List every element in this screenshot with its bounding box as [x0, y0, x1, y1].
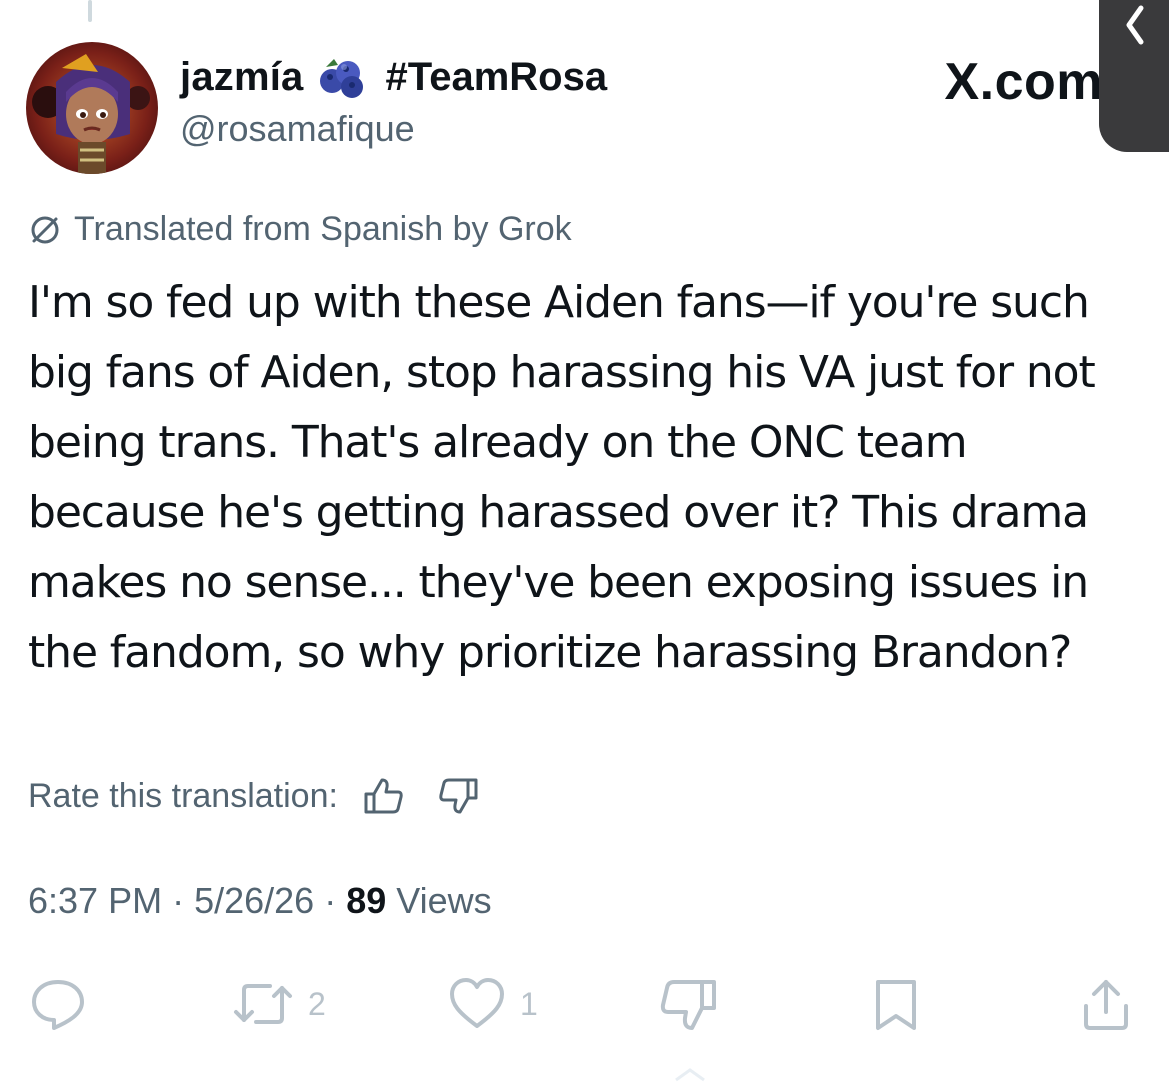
side-panel-tab[interactable]	[1099, 0, 1169, 152]
avatar-image	[26, 42, 158, 174]
blueberries-emoji-icon	[316, 55, 370, 99]
share-button[interactable]	[1078, 976, 1134, 1032]
translation-notice-text: Translated from Spanish by Grok	[74, 210, 572, 248]
thread-connector-line	[88, 0, 92, 22]
meta-separator: ·	[324, 880, 347, 921]
author-display-name[interactable]: jazmía	[180, 55, 304, 100]
tweet-time[interactable]: 6:37 PM	[28, 880, 162, 921]
heart-icon	[450, 978, 504, 1028]
thumbs-down-icon	[439, 778, 478, 814]
repost-icon	[234, 984, 292, 1024]
thumbs-down-icon	[660, 980, 716, 1030]
tweet-text: I'm so fed up with these Aiden fans—if y…	[28, 277, 1096, 678]
reply-icon	[32, 980, 84, 1030]
thumbs-up-icon	[364, 778, 403, 814]
bookmark-icon	[876, 980, 916, 1030]
translation-notice: Translated from Spanish by Grok	[28, 210, 572, 249]
avatar[interactable]	[26, 42, 158, 174]
tweet-date[interactable]: 5/26/26	[194, 880, 314, 921]
repost-count: 2	[308, 985, 326, 1022]
like-button[interactable]: 1	[446, 976, 538, 1032]
author-name-row: jazmía #TeamRosa	[180, 52, 607, 102]
author-handle[interactable]: @rosamafique	[180, 108, 607, 150]
thumbs-up-button[interactable]	[362, 776, 406, 816]
share-icon	[1084, 980, 1128, 1030]
bookmark-button[interactable]	[868, 976, 924, 1032]
tweet-actions-bar: 2 1	[28, 976, 1138, 1036]
author-hashtag[interactable]: #TeamRosa	[386, 55, 608, 100]
reply-button[interactable]	[28, 976, 88, 1032]
like-count: 1	[520, 985, 538, 1022]
chevron-up-icon	[675, 1068, 705, 1082]
downvote-button[interactable]	[656, 976, 718, 1032]
tweet-meta: 6:37 PM · 5/26/26 · 89 Views	[28, 880, 492, 922]
translate-icon	[31, 216, 59, 243]
meta-separator: ·	[172, 880, 195, 921]
brand-watermark: X.com	[944, 53, 1103, 111]
views-label: Views	[396, 880, 492, 921]
repost-button[interactable]: 2	[230, 976, 326, 1032]
chevron-left-icon	[1126, 5, 1144, 45]
views-count: 89	[346, 880, 387, 921]
thumbs-down-button[interactable]	[436, 776, 480, 816]
tweet-header: jazmía #TeamRosa @rosamafique	[180, 52, 607, 150]
rate-translation-row: Rate this translation:	[28, 776, 480, 816]
rate-translation-label: Rate this translation:	[28, 776, 338, 815]
